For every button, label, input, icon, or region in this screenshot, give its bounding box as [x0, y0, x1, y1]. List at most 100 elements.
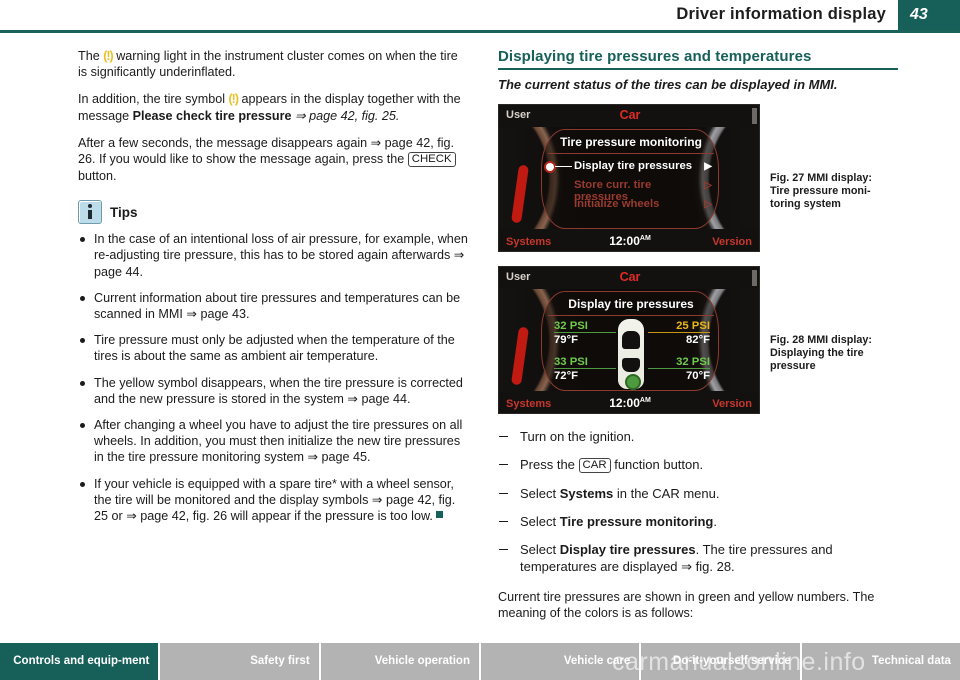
mmi-clock-time: 12:00: [609, 233, 640, 248]
step-bold-target: Systems: [559, 485, 614, 501]
footer-tab-safety-first[interactable]: Safety first: [158, 643, 319, 680]
paragraph-warning-light: The (!) warning light in the instrument …: [78, 48, 468, 80]
mmi-menu-panel: Tire pressure monitoring Display tire pr…: [541, 128, 719, 229]
page-header: Driver information display 43: [0, 0, 960, 34]
mmi-panel-title: Display tire pressures: [568, 296, 694, 311]
step-text-b: .: [713, 513, 718, 529]
tire-underline: [554, 331, 616, 334]
page-number-badge: 43: [898, 0, 960, 33]
mmi-display-screen-28: User Car Display tire pressures 32 PSI 7…: [498, 265, 760, 414]
selection-dot-icon: [546, 162, 554, 171]
tire-temperature-value: 70°F: [686, 370, 710, 383]
section-end-marker: [435, 511, 443, 519]
chevron-right-icon: ▷: [704, 198, 712, 210]
mmi-version-label[interactable]: Version: [712, 236, 752, 248]
left-column: The (!) warning light in the instrument …: [78, 48, 468, 534]
mmi-panel-separator: [548, 152, 714, 154]
page-number: 43: [910, 6, 928, 23]
tire-warning-icon-2: (!): [228, 92, 239, 107]
mmi-clock-suffix: AM: [639, 396, 651, 404]
red-arc-graphic: [511, 326, 529, 385]
figure-27-caption: Fig. 27 MMI display: Tire pressure moni-…: [770, 172, 894, 211]
tire-rear-right: 32 PSI 70°F: [648, 355, 710, 383]
list-item: The yellow symbol disappears, when the t…: [78, 375, 468, 407]
selection-line: [555, 165, 572, 167]
list-item-text: If your vehicle is equipped with a spare…: [94, 476, 456, 524]
caption-line: Fig. 27 MMI display:: [770, 171, 872, 184]
header-divider: [0, 30, 960, 33]
tips-header: Tips: [78, 200, 468, 225]
mmi-clock-suffix: AM: [639, 234, 651, 242]
footer-tab-vehicle-care[interactable]: Vehicle care: [478, 643, 640, 680]
footer-tab-do-it-yourself-service[interactable]: Do-it-yourself service: [639, 643, 800, 680]
tire-front-right: 25 PSI 82°F: [648, 319, 710, 347]
tire-underline: [648, 331, 710, 334]
mmi-version-label[interactable]: Version: [712, 398, 752, 410]
step-press-car-button: Press the CAR function button.: [498, 456, 898, 474]
footer-tab-controls-and-equipment[interactable]: Controls and equip-ment: [0, 643, 159, 680]
footer-tab-technical-data[interactable]: Technical data: [799, 643, 960, 680]
paragraph-check-button: After a few seconds, the message disappe…: [78, 135, 468, 184]
page-title: Driver information display: [676, 5, 886, 23]
right-column: Displaying tire pressures and temperatur…: [498, 48, 898, 666]
closing-paragraph: Current tire pressures are shown in gree…: [498, 589, 875, 620]
mmi-pressure-panel: Display tire pressures 32 PSI 79°F 25 PS…: [541, 290, 720, 407]
list-item: Tire pressure must only be adjusted when…: [78, 332, 468, 364]
step-text-b: in the CAR menu.: [613, 485, 720, 501]
paragraph-tire-symbol-message: In addition, the tire symbol (!) appears…: [78, 91, 468, 123]
car-button-keycap[interactable]: CAR: [578, 457, 611, 473]
tire-warning-icon: (!): [103, 49, 113, 63]
figure-28-caption: Fig. 28 MMI display: Displaying the tire…: [770, 334, 894, 373]
step-bold-target: Display tire pressures: [559, 541, 696, 557]
mmi-scrollbar[interactable]: [752, 107, 757, 124]
step-select-tire-pressure-monitoring: Select Tire pressure monitoring.: [498, 513, 898, 530]
menu-item-store-curr-tire-pressures[interactable]: Store curr. tire pressures ▷: [558, 177, 712, 203]
caption-line: Tire pressure moni-: [770, 184, 871, 197]
check-button-keycap[interactable]: CHECK: [407, 152, 456, 168]
spare-tire-indicator-icon: [625, 373, 641, 390]
instruction-steps-list: Turn on the ignition. Press the CAR func…: [498, 428, 898, 575]
menu-item-initialize-wheels[interactable]: Initialize wheels ▷: [558, 196, 712, 215]
para1-text-b: warning light in the instrument cluster …: [78, 49, 458, 80]
tire-temperature-value: 79°F: [554, 334, 578, 347]
tire-pressure-value: 32 PSI: [554, 319, 588, 332]
footer-tab-vehicle-operation[interactable]: Vehicle operation: [318, 643, 479, 680]
tire-temperature-value: 82°F: [686, 334, 710, 347]
tire-temperature-value: 72°F: [554, 370, 578, 383]
tips-label: Tips: [110, 204, 138, 220]
info-icon: [78, 200, 102, 225]
section-heading: Displaying tire pressures and temperatur…: [498, 48, 812, 65]
caption-line: pressure: [770, 359, 816, 372]
tips-list: In the case of an intentional loss of ai…: [78, 231, 468, 524]
caption-line: Fig. 28 MMI display:: [770, 333, 872, 346]
list-item-last: If your vehicle is equipped with a spare…: [78, 476, 468, 525]
step-text-b: function button.: [610, 456, 704, 472]
mmi-panel-separator: [548, 314, 714, 316]
menu-item-display-tire-pressures[interactable]: Display tire pressures ▶: [546, 158, 712, 177]
caption-line: Displaying the tire: [770, 346, 864, 359]
section-divider: [498, 68, 898, 70]
step-text-a: Press the: [520, 456, 579, 472]
tire-diagram: 32 PSI 79°F 25 PSI 82°F 33 PSI 72°F 32 P…: [542, 318, 720, 407]
para2-text-a: In addition, the tire symbol: [78, 92, 229, 107]
para1-text-a: The: [78, 49, 104, 63]
step-select-systems: Select Systems in the CAR menu.: [498, 485, 898, 502]
list-item: In the case of an intentional loss of ai…: [78, 231, 468, 280]
step-text-a: Select: [520, 513, 560, 529]
menu-item-label: Display tire pressures: [574, 159, 693, 172]
tire-front-left: 32 PSI 79°F: [554, 319, 616, 347]
para2-page-ref: ⇒ page 42, fig. 25.: [291, 108, 400, 123]
mmi-car-label: Car: [619, 269, 641, 284]
step-text-a: Select: [520, 485, 560, 501]
step-turn-on-ignition: Turn on the ignition.: [498, 428, 898, 445]
car-rear-window-graphic: [622, 357, 640, 372]
tire-underline: [648, 367, 710, 370]
caption-line: toring system: [770, 197, 841, 210]
mmi-scrollbar[interactable]: [752, 269, 757, 286]
figure-28: User Car Display tire pressures 32 PSI 7…: [498, 265, 898, 414]
list-item: After changing a wheel you have to adjus…: [78, 417, 468, 466]
tire-pressure-value: 25 PSI: [676, 319, 710, 332]
tire-pressure-value: 32 PSI: [676, 355, 710, 368]
menu-item-label: Initialize wheels: [574, 197, 660, 210]
mmi-menu-list: Display tire pressures ▶ Store curr. tir…: [546, 158, 712, 215]
